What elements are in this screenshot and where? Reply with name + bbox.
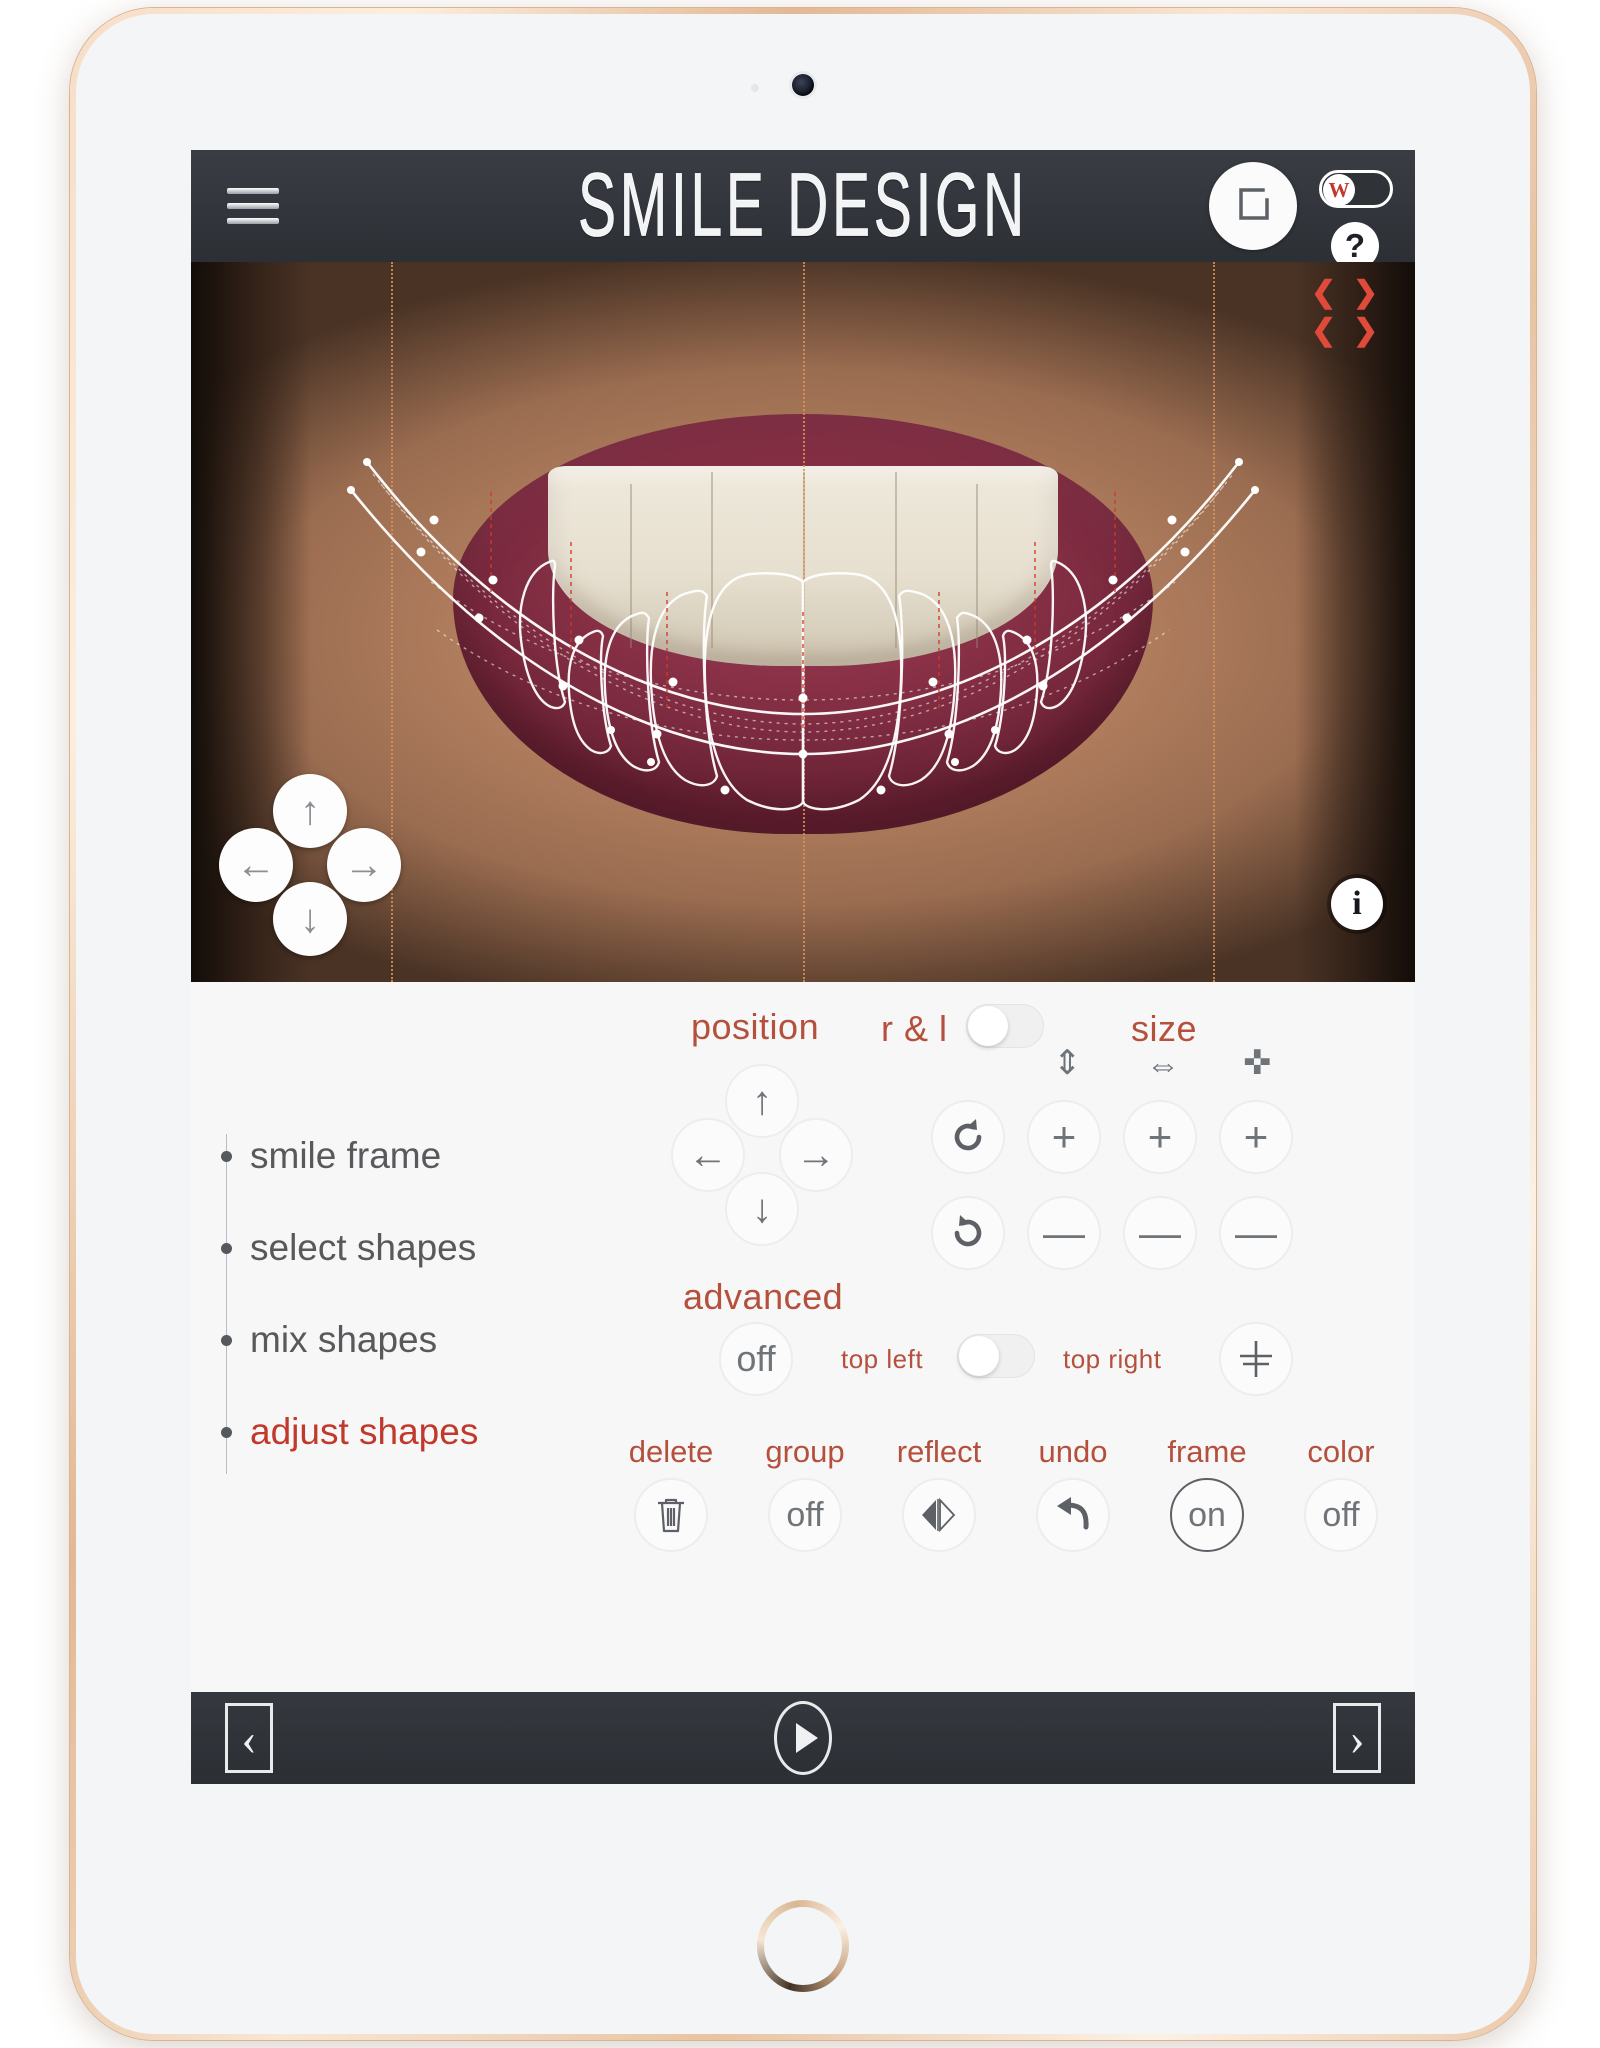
frame-toggle-button[interactable]: on [1170,1478,1244,1552]
size-label: size [1131,1008,1198,1049]
position-left-button[interactable]: ← [671,1118,745,1192]
position-label: position [691,1006,820,1047]
whitening-toggle-knob: W [1323,174,1355,206]
home-button[interactable] [757,1900,849,1992]
step-label: adjust shapes [250,1411,479,1452]
next-step-button[interactable]: › [1333,1703,1381,1773]
group-label: group [765,1434,845,1469]
app-title-text: SMILE DESIGN [578,155,1028,257]
previous-step-button[interactable]: ‹ [225,1703,273,1773]
corner-toggle[interactable] [957,1334,1035,1378]
photo-canvas[interactable]: ❮ ❯ ❮ ❯ ↑ ← → ↓ i [191,262,1415,982]
group-toggle-button[interactable]: off [768,1478,842,1552]
photo-shadow-right [1295,262,1415,982]
advanced-toggle-button[interactable]: off [719,1322,793,1396]
delete-button[interactable] [634,1478,708,1552]
crop-frame-button[interactable] [1209,162,1297,250]
width-increase-button[interactable]: + [1123,1100,1197,1174]
action-frame: frame on [1151,1434,1263,1552]
undo-button[interactable] [1036,1478,1110,1552]
both-increase-button[interactable]: + [1219,1100,1293,1174]
mirror-icon [922,1497,956,1533]
action-undo: undo [1017,1434,1129,1552]
trash-icon [658,1498,684,1533]
rl-toggle[interactable] [966,1004,1044,1048]
rotate-cw-icon [954,1119,982,1151]
info-button[interactable]: i [1331,878,1383,930]
width-decrease-button[interactable]: — [1123,1196,1197,1270]
photo-pan-down-button[interactable]: ↓ [273,882,347,956]
page-title: SMILE DESIGN [559,156,1048,257]
action-delete: delete [615,1434,727,1552]
bottom-navigation: ‹ › [191,1692,1415,1784]
crop-frame-icon [1239,188,1269,220]
tablet-device: SMILE DESIGN W ? ❮ ❯ ❮ ❯ ↑ ← → ↓ i smile… [70,8,1536,2040]
step-label: smile frame [250,1135,442,1176]
position-up-button[interactable]: ↑ [725,1064,799,1138]
color-toggle-button[interactable]: off [1304,1478,1378,1552]
crosshair-icon [1240,1341,1272,1377]
action-row: delete group off reflect undo frame on c… [615,1434,1397,1552]
position-down-button[interactable]: ↓ [725,1172,799,1246]
step-bullet [221,1242,232,1254]
action-group: group off [749,1434,861,1552]
play-button[interactable] [774,1701,832,1775]
sidebar-item-select-shapes[interactable]: select shapes [221,1212,581,1284]
step-label: mix shapes [250,1319,438,1360]
delete-label: delete [628,1434,714,1469]
workflow-steps: smile frame select shapes mix shapes adj… [221,1120,581,1488]
sidebar-item-smile-frame[interactable]: smile frame [221,1120,581,1192]
position-dpad: ↑ ← → ↓ [671,1064,853,1246]
control-panel: smile frame select shapes mix shapes adj… [191,982,1415,1692]
height-axis-icon: ⇕ [1053,1044,1082,1082]
photo-pan-left-button[interactable]: ← [219,828,293,902]
undo-arrow-icon [1057,1497,1089,1530]
hamburger-menu-icon[interactable] [227,188,279,224]
both-axis-icon: ✜ [1243,1044,1272,1082]
sidebar-item-adjust-shapes[interactable]: adjust shapes [221,1396,581,1468]
crosshair-button[interactable] [1219,1322,1293,1396]
app-screen: SMILE DESIGN W ? ❮ ❯ ❮ ❯ ↑ ← → ↓ i smile… [191,150,1415,1784]
top-right-label: top right [1063,1344,1162,1374]
action-color: color off [1285,1434,1397,1552]
action-reflect: reflect [883,1434,995,1552]
tablet-bezel: SMILE DESIGN W ? ❮ ❯ ❮ ❯ ↑ ← → ↓ i smile… [76,14,1530,2034]
color-label: color [1307,1434,1375,1469]
photo-pan-up-button[interactable]: ↑ [273,774,347,848]
vertical-guide-center [803,262,805,982]
play-icon [795,1723,818,1753]
rotate-ccw-icon [954,1215,982,1247]
rotate-cw-button[interactable] [931,1100,1005,1174]
front-camera [792,74,814,96]
rl-toggle-knob [968,1006,1008,1046]
position-right-button[interactable]: → [779,1118,853,1192]
undo-label: undo [1038,1434,1108,1469]
reflect-button[interactable] [902,1478,976,1552]
collapse-arrows-icon[interactable]: ❮ ❯ ❮ ❯ [1311,278,1387,346]
rl-label: r & l [881,1008,948,1049]
corner-toggle-knob [959,1336,999,1376]
reflect-label: reflect [896,1434,982,1469]
advanced-label: advanced [683,1276,844,1317]
step-bullet [221,1150,232,1162]
height-increase-button[interactable]: + [1027,1100,1101,1174]
step-label: select shapes [250,1227,477,1268]
whitening-toggle[interactable]: W [1319,170,1393,208]
photo-pan-right-button[interactable]: → [327,828,401,902]
width-axis-icon: ⇔ [1146,1046,1180,1084]
top-left-label: top left [841,1344,924,1374]
ambient-sensor [751,84,759,92]
step-bullet [221,1426,232,1438]
both-decrease-button[interactable]: — [1219,1196,1293,1270]
sidebar-item-mix-shapes[interactable]: mix shapes [221,1304,581,1376]
step-bullet [221,1334,232,1346]
vertical-guide-right [1213,262,1215,982]
app-header: SMILE DESIGN W ? [191,150,1415,270]
photo-pan-dpad: ↑ ← → ↓ [219,774,401,956]
frame-label: frame [1167,1434,1247,1469]
rotate-ccw-button[interactable] [931,1196,1005,1270]
height-decrease-button[interactable]: — [1027,1196,1101,1270]
